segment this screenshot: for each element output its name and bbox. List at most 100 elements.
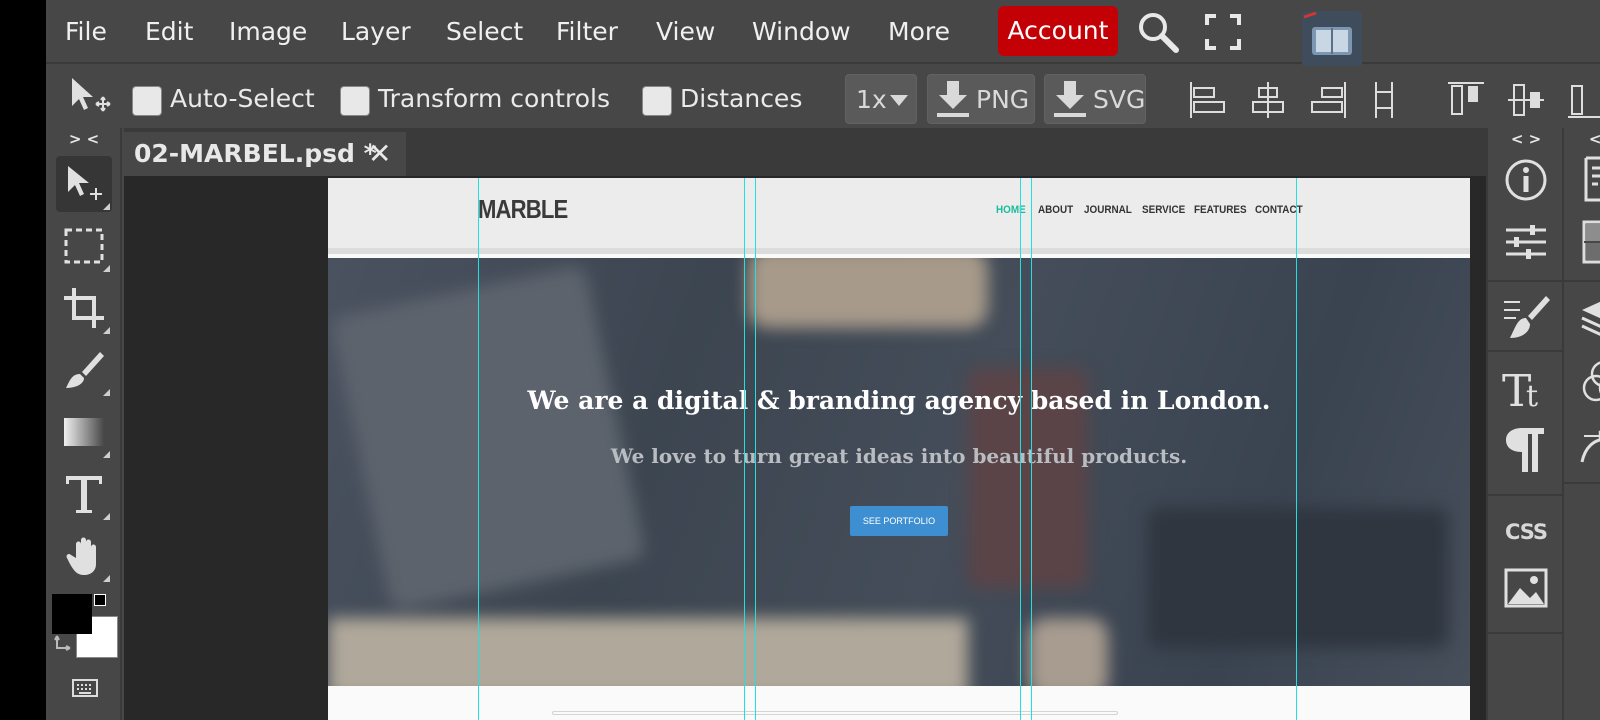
book-extension-icon[interactable] <box>1302 11 1362 69</box>
document-tab-bar: 02-MARBEL.psd * ✕ <box>124 128 1486 176</box>
tools-panel <box>46 128 122 720</box>
menu-image[interactable]: Image <box>229 14 307 50</box>
hero-subtitle: We love to turn great ideas into beautif… <box>610 444 1188 468</box>
panel-divider <box>1488 632 1564 634</box>
panel-divider <box>1564 482 1600 484</box>
menu-layer[interactable]: Layer <box>341 14 411 50</box>
brush-settings-icon[interactable] <box>1500 292 1552 344</box>
character-icon[interactable]: T t <box>1500 362 1552 414</box>
gradient-icon <box>64 418 104 446</box>
svg-text:t: t <box>1526 379 1538 414</box>
download-icon <box>937 81 969 117</box>
page-divider <box>552 711 1118 715</box>
transform-controls-label: Transform controls <box>378 84 610 113</box>
search-icon[interactable] <box>1136 10 1180 54</box>
zoom-select[interactable]: 1x <box>845 74 917 124</box>
collapse-panel-toggle[interactable]: < > <box>1566 128 1600 150</box>
menu-edit[interactable]: Edit <box>145 14 193 50</box>
align-center-horizontal-icon[interactable] <box>1248 80 1288 120</box>
fullscreen-icon[interactable] <box>1205 14 1241 50</box>
menu-file[interactable]: File <box>65 14 107 50</box>
swatches-icon[interactable] <box>1578 216 1600 268</box>
panel-divider <box>1488 280 1564 282</box>
layers-icon[interactable] <box>1578 292 1600 344</box>
css-icon[interactable]: CSS <box>1500 506 1552 558</box>
move-tool-icon <box>68 166 102 200</box>
distribute-vertical-icon[interactable] <box>1364 80 1404 120</box>
close-icon[interactable]: ✕ <box>368 132 391 176</box>
svg-label: SVG <box>1093 85 1146 114</box>
brush-icon <box>66 352 104 388</box>
auto-select-checkbox[interactable] <box>132 86 162 116</box>
hero-background-shape <box>329 264 647 612</box>
right-panel-column-2: < > <box>1564 128 1600 720</box>
menu-filter[interactable]: Filter <box>556 14 618 50</box>
collapse-panel-toggle[interactable]: < > <box>1488 128 1564 150</box>
chevron-down-icon <box>890 95 908 106</box>
nav-home: HOME <box>996 204 1026 216</box>
paragraph-icon[interactable] <box>1500 424 1552 476</box>
tool-group-indicator <box>103 389 110 396</box>
align-bottom-icon[interactable] <box>1566 80 1600 120</box>
type-tool[interactable] <box>56 466 112 522</box>
export-png-button[interactable]: PNG <box>927 74 1035 124</box>
info-icon[interactable] <box>1500 154 1552 206</box>
adjustments-icon[interactable] <box>1500 216 1552 268</box>
hero-background-shape <box>1028 618 1108 686</box>
channels-icon[interactable] <box>1578 356 1600 408</box>
move-tool-icon[interactable] <box>66 74 112 120</box>
tool-group-indicator <box>103 575 110 582</box>
menu-window[interactable]: Window <box>752 14 851 50</box>
hero-background-shape <box>328 618 968 686</box>
marquee-tool[interactable] <box>56 218 112 274</box>
website-header: MARBLE HOME ABOUT JOURNAL SERVICE FEATUR… <box>328 178 1470 254</box>
menu-bar: File Edit Image Layer Select Filter View… <box>46 0 1600 69</box>
menu-more[interactable]: More <box>888 14 950 50</box>
guide-line[interactable] <box>1020 178 1021 720</box>
distances-checkbox[interactable] <box>642 86 672 116</box>
menu-select[interactable]: Select <box>446 14 523 50</box>
align-top-icon[interactable] <box>1446 80 1486 120</box>
guide-line[interactable] <box>1031 178 1032 720</box>
hand-tool[interactable] <box>56 528 112 584</box>
document-canvas[interactable]: MARBLE HOME ABOUT JOURNAL SERVICE FEATUR… <box>328 178 1470 720</box>
keyboard-icon[interactable] <box>72 678 98 698</box>
document-tab-title: 02-MARBEL.psd * <box>134 139 377 168</box>
options-bar: Auto-Select Transform controls Distances… <box>46 66 1600 126</box>
right-panel-column-1: < > T t CSS <box>1486 128 1564 720</box>
nav-journal: JOURNAL <box>1084 204 1132 216</box>
export-svg-button[interactable]: SVG <box>1044 74 1146 124</box>
marquee-icon <box>64 228 104 264</box>
guide-line[interactable] <box>744 178 745 720</box>
align-left-icon[interactable] <box>1188 80 1228 120</box>
guide-line[interactable] <box>755 178 756 720</box>
align-middle-vertical-icon[interactable] <box>1506 80 1546 120</box>
panel-divider <box>1488 350 1564 352</box>
brush-tool[interactable] <box>56 342 112 398</box>
guide-line[interactable] <box>478 178 479 720</box>
hero-background-shape <box>1148 508 1448 648</box>
see-portfolio-button: SEE PORTFOLIO <box>850 506 948 536</box>
swap-colors-icon[interactable] <box>54 634 74 654</box>
document-tab[interactable]: 02-MARBEL.psd * ✕ <box>124 132 406 176</box>
website-logo: MARBLE <box>478 194 568 224</box>
png-label: PNG <box>976 85 1030 114</box>
crop-tool[interactable] <box>56 280 112 336</box>
transform-controls-checkbox[interactable] <box>340 86 370 116</box>
account-button[interactable]: Account <box>998 6 1118 56</box>
gradient-tool[interactable] <box>56 404 112 460</box>
foreground-color-swatch[interactable] <box>52 594 92 634</box>
menu-view[interactable]: View <box>656 14 715 50</box>
default-colors-icon[interactable] <box>94 594 106 606</box>
hero-title: We are a digital & branding agency based… <box>527 386 1271 415</box>
guide-line[interactable] <box>1296 178 1297 720</box>
tool-group-indicator <box>103 203 110 210</box>
image-icon[interactable] <box>1500 562 1552 614</box>
canvas-workspace[interactable]: MARBLE HOME ABOUT JOURNAL SERVICE FEATUR… <box>124 176 1486 720</box>
collapse-tools-toggle[interactable]: > < <box>46 128 122 150</box>
align-right-icon[interactable] <box>1308 80 1348 120</box>
paths-icon[interactable] <box>1578 418 1600 470</box>
move-tool[interactable] <box>56 156 112 212</box>
distances-label: Distances <box>680 84 803 113</box>
history-icon[interactable] <box>1578 154 1600 206</box>
